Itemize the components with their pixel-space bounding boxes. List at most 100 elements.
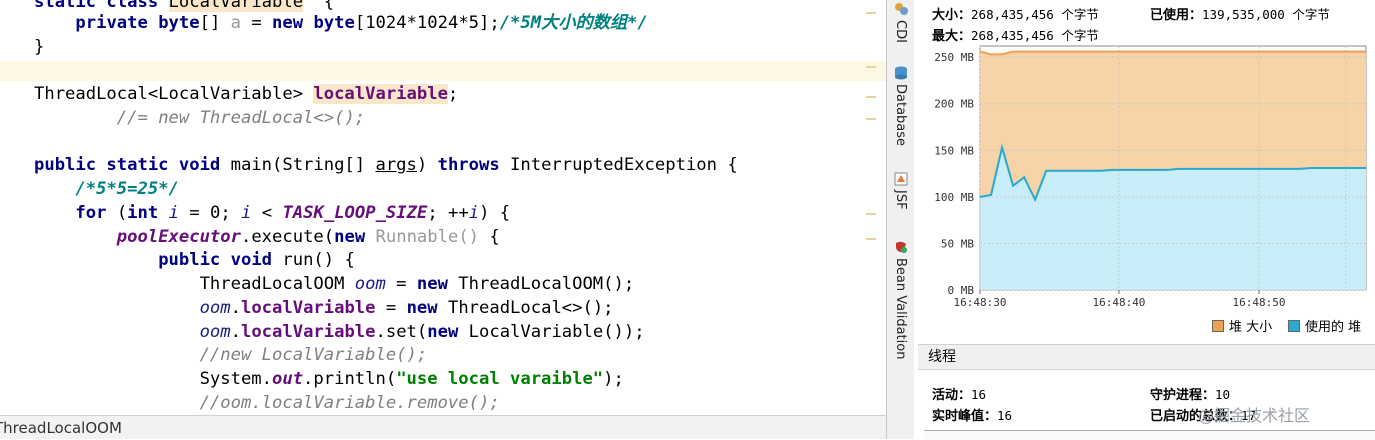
code-editor[interactable]: static class LocalVariable { private byt… (0, 0, 886, 439)
code-token: ) (416, 155, 438, 175)
code-token: i (168, 203, 179, 223)
code-token: public static void (34, 155, 231, 175)
code-token: localVariable (240, 322, 376, 342)
code-token: out (272, 369, 304, 389)
tool-cdi[interactable]: CDI (887, 2, 914, 43)
code-line[interactable]: //oom.localVariable.remove(); (34, 391, 500, 415)
code-token: = (241, 13, 273, 33)
code-token: poolExecutor (116, 227, 241, 247)
legend-heap-size: 堆 大小 (1212, 316, 1272, 335)
y-tick-label: 200 MB (934, 98, 974, 111)
code-token: //= new ThreadLocal<>(); (116, 108, 366, 128)
code-token: private byte (75, 13, 200, 33)
code-token: < (251, 203, 283, 223)
tool-label: JSF (893, 190, 908, 210)
code-token: new (416, 274, 459, 294)
jvm-monitor-panel: 大小：268,435,456 个字节 已使用：139,535,000 个字节 最… (914, 0, 1375, 440)
code-line[interactable]: ThreadLocalOOM oom = new ThreadLocalOOM(… (34, 272, 635, 296)
code-token: ; (220, 203, 242, 223)
code-line[interactable]: System.out.println("use local varaible")… (34, 367, 624, 391)
code-token: localVariable (313, 84, 448, 104)
y-tick-label: 250 MB (934, 51, 974, 64)
stripe-mark[interactable] (866, 66, 876, 68)
code-token: throws (437, 155, 511, 175)
stripe-mark[interactable] (866, 213, 876, 215)
stripe-mark[interactable] (866, 238, 876, 240)
x-tick-label: 16:48:50 (1233, 296, 1286, 309)
jsf-icon (894, 172, 908, 186)
code-token: oom (199, 298, 231, 318)
code-line[interactable]: } (34, 35, 44, 59)
code-token: new byte (272, 13, 355, 33)
code-token: .execute( (240, 227, 335, 247)
status-file-name: ThreadLocalOOM (0, 419, 122, 437)
code-token: . (230, 298, 241, 318)
code-token: for (75, 203, 117, 223)
code-line[interactable]: for (int i = 0; i < TASK_LOOP_SIZE; ++i)… (34, 201, 510, 225)
y-tick-label: 100 MB (934, 191, 974, 204)
stripe-mark[interactable] (866, 118, 876, 120)
heap-max-stat: 最大：268,435,456 个字节 (932, 28, 1099, 44)
threads-section-header[interactable]: 线程 (918, 344, 1375, 370)
code-token: ThreadLocal<>(); (447, 298, 614, 318)
code-line[interactable]: public void run() { (34, 248, 355, 272)
legend-swatch (1288, 319, 1300, 332)
bean-validation-icon (894, 240, 908, 254)
stripe-mark[interactable] (866, 96, 876, 98)
code-token: } (34, 37, 45, 57)
right-tool-strip: CDI Database JSF Bean Validation (886, 0, 915, 439)
tool-database[interactable]: Database (887, 66, 914, 146)
threads-peak-stat: 实时峰值：16 (932, 408, 1013, 424)
y-tick-label: 150 MB (934, 144, 974, 157)
tool-label: Bean Validation (893, 258, 908, 360)
error-stripe[interactable] (866, 0, 876, 439)
threads-live-stat: 活动：16 (932, 387, 987, 403)
tool-bean-validation[interactable]: Bean Validation (887, 240, 914, 359)
code-line[interactable]: public static void main(String[] args) t… (34, 153, 738, 177)
code-token: args (375, 155, 417, 175)
code-token: oom (199, 322, 231, 342)
code-token: int (127, 203, 169, 223)
code-line[interactable]: //= new ThreadLocal<>(); (34, 106, 365, 130)
code-token: i (241, 203, 252, 223)
code-token: Runnable() (375, 227, 490, 247)
code-token: ThreadLocalOOM (34, 274, 355, 294)
code-line[interactable]: ThreadLocal<LocalVariable> localVariable… (34, 82, 458, 106)
code-token: main(String[] (230, 155, 376, 175)
code-token: ); (603, 369, 624, 389)
code-token: ; (447, 84, 459, 104)
code-line[interactable]: oom.localVariable.set(new LocalVariable(… (34, 320, 645, 344)
code-line[interactable]: poolExecutor.execute(new Runnable() { (34, 225, 500, 249)
code-line[interactable]: oom.localVariable = new ThreadLocal<>(); (34, 296, 614, 320)
code-line[interactable]: /*5*5=25*/ (34, 177, 178, 201)
code-token: public void (158, 250, 283, 270)
threads-daemon-stat: 守护进程：10 (1150, 387, 1231, 403)
code-token: ThreadLocalOOM(); (458, 274, 635, 294)
code-token: = (178, 203, 210, 223)
current-line-highlight (0, 61, 886, 81)
code-token: a (230, 13, 241, 33)
code-token: new (427, 322, 469, 342)
status-bar: ThreadLocalOOM (0, 415, 886, 439)
code-token: ( (116, 203, 128, 223)
code-token: //new LocalVariable(); (199, 345, 428, 365)
code-token: ThreadLocal<LocalVariable> (34, 84, 314, 104)
heap-chart: 0 MB50 MB100 MB150 MB200 MB250 MB16:48:3… (934, 45, 1367, 309)
tool-jsf[interactable]: JSF (887, 172, 914, 210)
watermark: @掘金技术社区 (1198, 406, 1311, 425)
code-token: ) { (479, 203, 511, 223)
code-token: { (489, 227, 500, 247)
code-line[interactable]: //new LocalVariable(); (34, 343, 428, 367)
code-token: InterruptedException { (510, 155, 738, 175)
code-line[interactable]: private byte[] a = new byte[1024*1024*5]… (34, 11, 647, 35)
code-token: TASK_LOOP_SIZE (282, 203, 428, 223)
code-token: .set( (375, 322, 428, 342)
stripe-mark[interactable] (866, 12, 876, 14)
